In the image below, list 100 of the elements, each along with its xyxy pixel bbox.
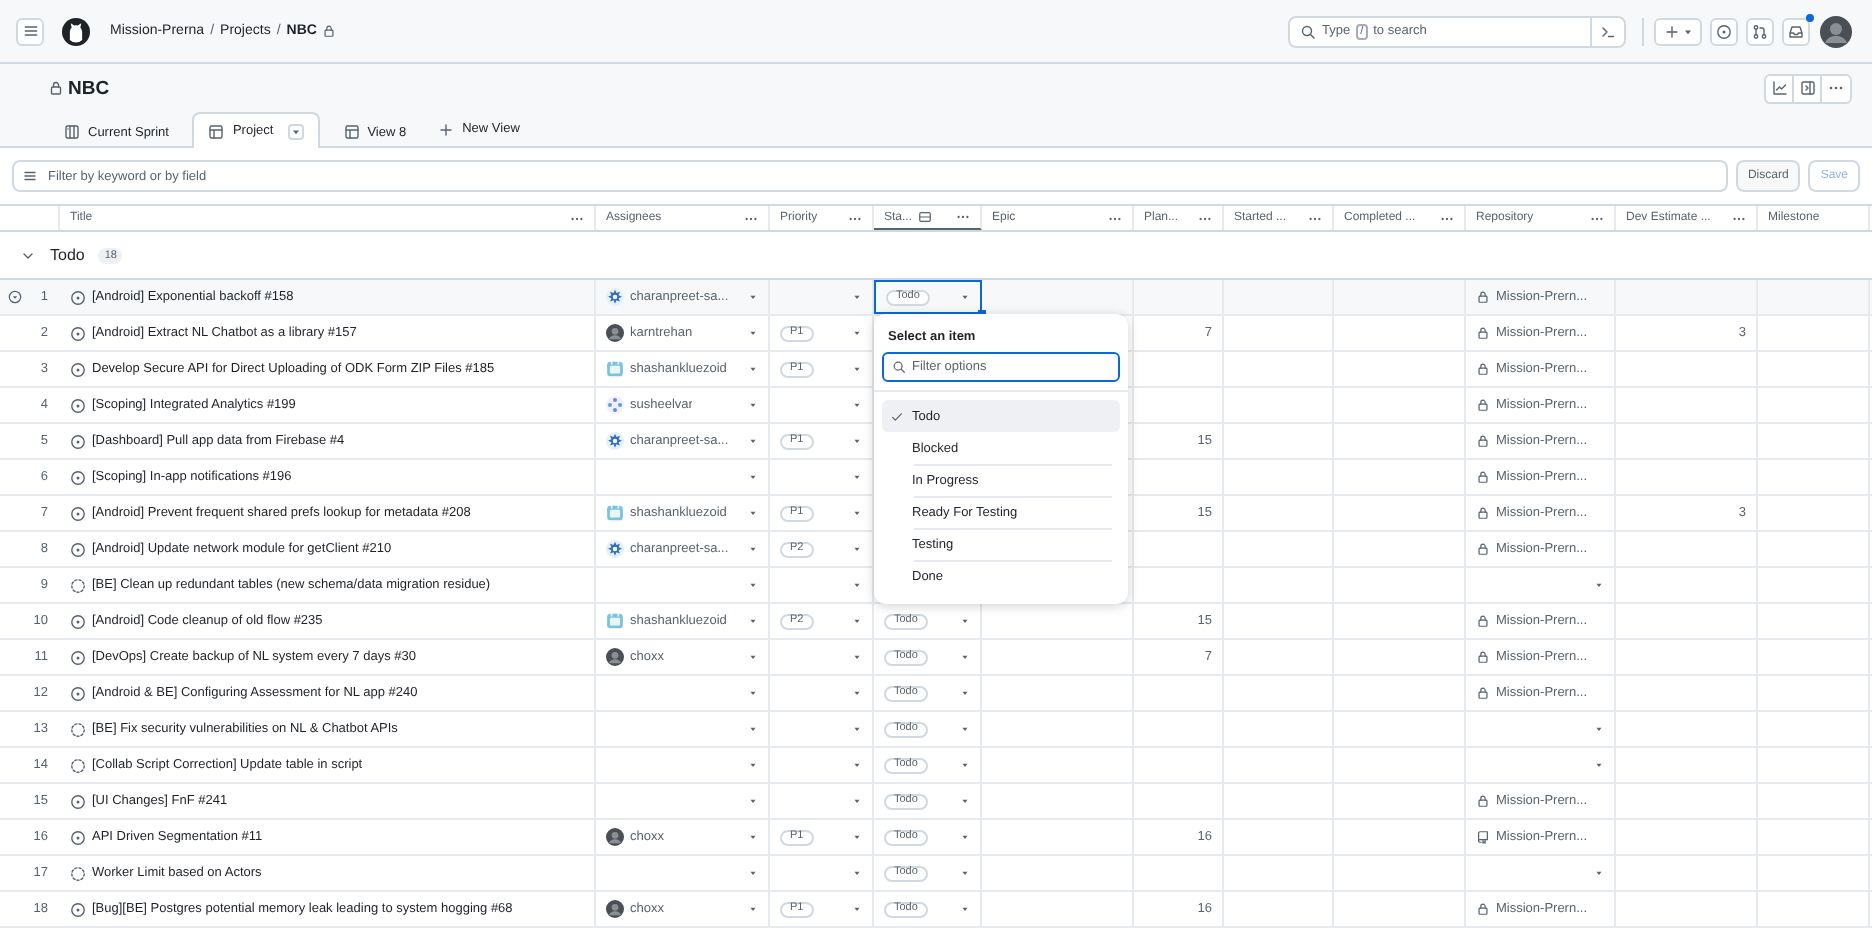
logo-icon[interactable] <box>62 17 90 45</box>
caret-icon[interactable] <box>748 364 758 374</box>
issues-button[interactable] <box>1710 17 1738 45</box>
lock-icon <box>1476 794 1490 808</box>
caret-icon[interactable] <box>852 328 862 338</box>
table-icon <box>343 124 360 140</box>
user-avatar[interactable] <box>1820 15 1852 47</box>
caret-icon[interactable] <box>1594 580 1604 590</box>
caret-icon[interactable] <box>960 616 970 626</box>
lock-icon <box>1476 506 1490 520</box>
issue-icon <box>70 325 86 341</box>
create-button[interactable] <box>1654 17 1702 45</box>
issue-icon <box>70 649 86 665</box>
menu-button[interactable] <box>16 17 44 45</box>
dashed-circle-icon <box>70 757 86 773</box>
lock-icon <box>1476 434 1490 448</box>
caret-icon[interactable] <box>1594 760 1604 770</box>
issue-icon <box>70 361 86 377</box>
caret-icon[interactable] <box>748 904 758 914</box>
row-menu-icon[interactable] <box>8 290 22 304</box>
caret-icon[interactable] <box>960 904 970 914</box>
dashed-circle-icon <box>70 865 86 881</box>
caret-icon[interactable] <box>748 724 758 734</box>
chart-icon <box>1771 80 1787 96</box>
caret-icon[interactable] <box>748 472 758 482</box>
group-title: Todo <box>50 246 85 264</box>
caret-icon[interactable] <box>852 868 862 878</box>
issue-icon <box>70 685 86 701</box>
inbox-icon <box>1788 23 1804 39</box>
issue-icon <box>70 829 86 845</box>
caret-icon[interactable] <box>852 652 862 662</box>
caret-icon[interactable] <box>1594 868 1604 878</box>
plus-icon <box>438 121 455 137</box>
caret-icon[interactable] <box>960 688 970 698</box>
caret-icon[interactable] <box>748 616 758 626</box>
issue-icon <box>70 397 86 413</box>
lock-icon <box>1476 326 1490 340</box>
caret-icon[interactable] <box>852 904 862 914</box>
caret-icon[interactable] <box>748 400 758 410</box>
caret-icon[interactable] <box>960 292 970 302</box>
dashed-circle-icon <box>70 577 86 593</box>
issue-icon <box>70 289 86 305</box>
caret-icon[interactable] <box>852 400 862 410</box>
caret-icon[interactable] <box>852 580 862 590</box>
caret-icon[interactable] <box>748 436 758 446</box>
caret-icon[interactable] <box>852 472 862 482</box>
caret-icon[interactable] <box>960 868 970 878</box>
caret-icon[interactable] <box>852 508 862 518</box>
menu-icon <box>21 22 39 40</box>
sidebar-icon <box>1799 80 1815 96</box>
caret-icon[interactable] <box>748 292 758 302</box>
caret-icon[interactable] <box>748 832 758 842</box>
caret-icon[interactable] <box>748 580 758 590</box>
caret-icon[interactable] <box>748 652 758 662</box>
terminal-icon <box>1600 23 1616 39</box>
caret-icon[interactable] <box>960 796 970 806</box>
caret-icon[interactable] <box>960 652 970 662</box>
lock-icon <box>1476 542 1490 556</box>
lock-icon <box>1476 650 1490 664</box>
caret-icon[interactable] <box>748 688 758 698</box>
caret-icon[interactable] <box>852 832 862 842</box>
check-icon <box>890 409 904 423</box>
caret-icon[interactable] <box>1594 724 1604 734</box>
lock-icon <box>1476 614 1490 628</box>
caret-icon <box>289 125 302 137</box>
caret-icon[interactable] <box>852 796 862 806</box>
caret-icon[interactable] <box>852 292 862 302</box>
lock-icon <box>1476 362 1490 376</box>
more-icon[interactable] <box>956 210 970 224</box>
issue-icon <box>70 469 86 485</box>
caret-icon[interactable] <box>852 760 862 770</box>
caret-icon[interactable] <box>748 508 758 518</box>
caret-icon[interactable] <box>852 364 862 374</box>
caret-icon[interactable] <box>748 544 758 554</box>
caret-icon[interactable] <box>852 544 862 554</box>
caret-icon[interactable] <box>960 724 970 734</box>
caret-icon[interactable] <box>748 328 758 338</box>
lock-icon <box>1476 290 1490 304</box>
filter-icon <box>22 168 38 184</box>
side-panel-button[interactable] <box>1792 73 1822 103</box>
caret-icon[interactable] <box>852 724 862 734</box>
view-options-button[interactable] <box>287 123 304 139</box>
table-icon <box>208 123 225 139</box>
inbox-button[interactable] <box>1782 17 1810 45</box>
pull-requests-button[interactable] <box>1746 17 1774 45</box>
search-icon <box>1300 23 1316 39</box>
caret-icon[interactable] <box>852 436 862 446</box>
search-icon <box>892 360 906 374</box>
caret-icon[interactable] <box>960 760 970 770</box>
caret-icon[interactable] <box>852 688 862 698</box>
caret-icon[interactable] <box>748 796 758 806</box>
issue-icon <box>1716 23 1732 39</box>
insights-button[interactable] <box>1764 73 1794 103</box>
caret-icon[interactable] <box>748 868 758 878</box>
caret-icon[interactable] <box>748 760 758 770</box>
caret-icon[interactable] <box>960 832 970 842</box>
caret-icon[interactable] <box>852 616 862 626</box>
pull-request-icon <box>1752 23 1768 39</box>
issue-icon <box>70 901 86 917</box>
lock-icon <box>1476 902 1490 916</box>
